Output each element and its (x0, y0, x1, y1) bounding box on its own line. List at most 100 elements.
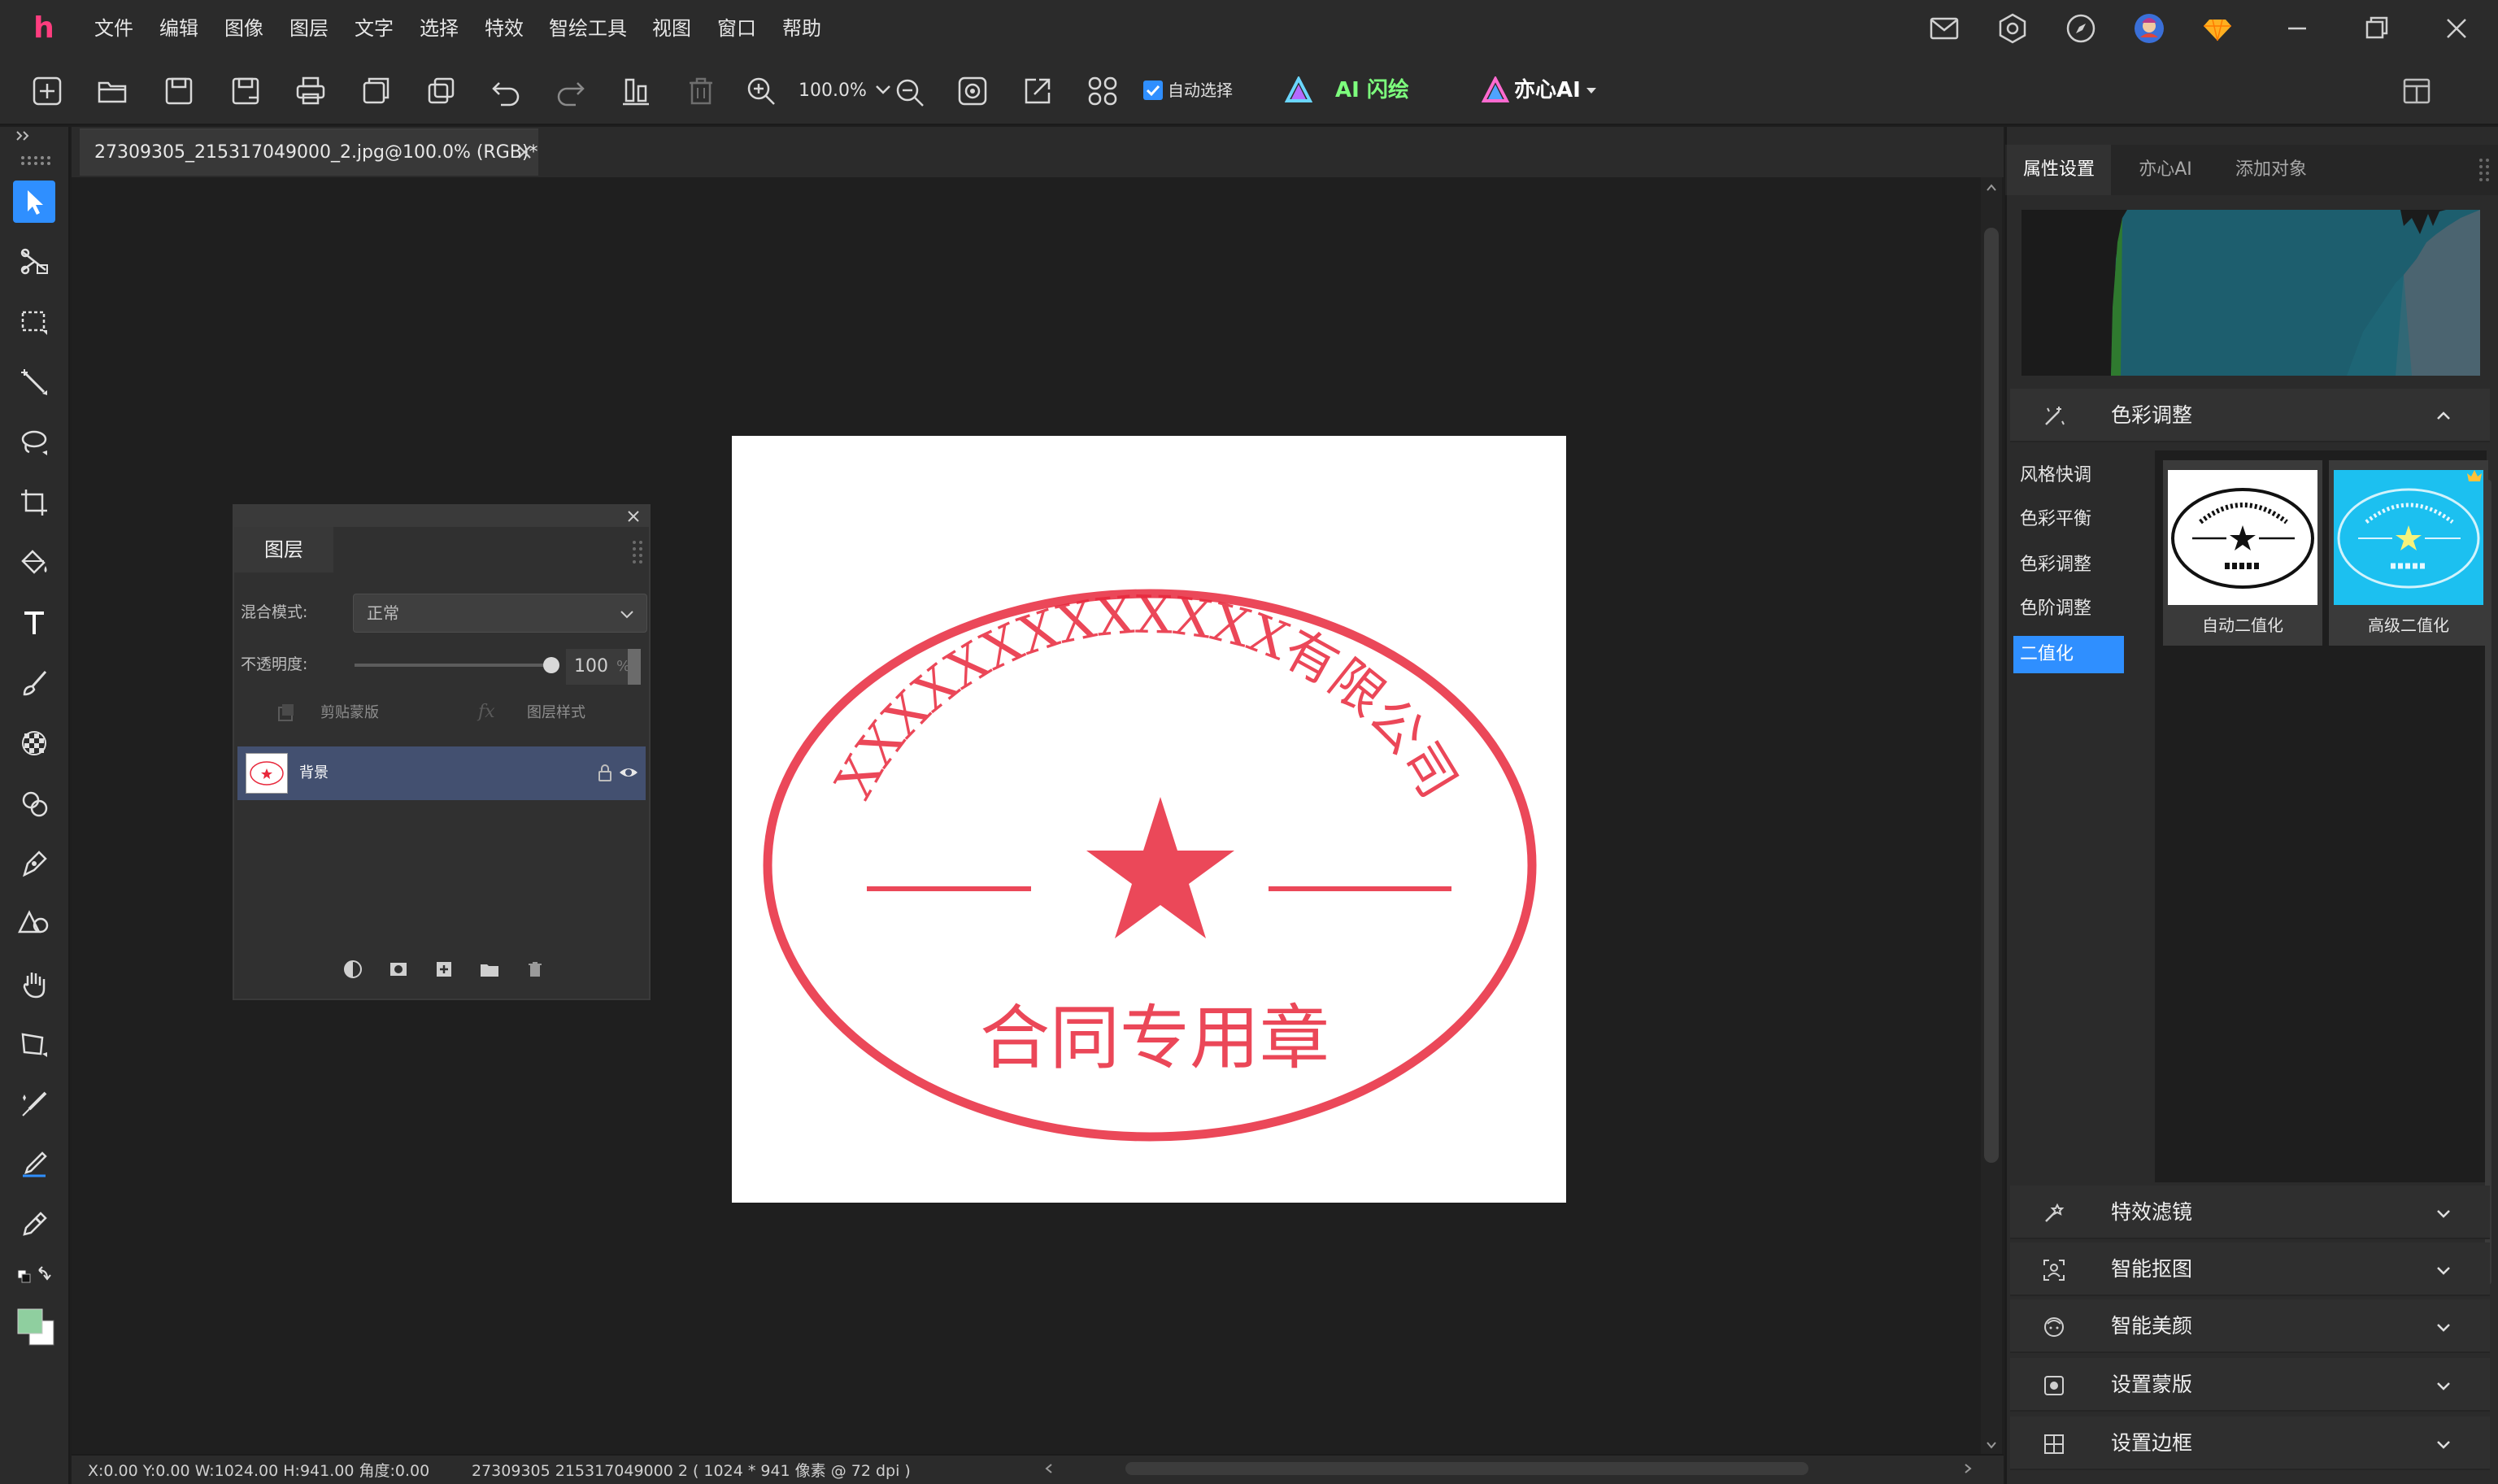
duplicate-icon[interactable] (423, 73, 459, 109)
zoom-level[interactable]: 100.0% (799, 75, 867, 107)
mail-icon[interactable] (1926, 10, 1963, 47)
new-group-icon[interactable] (478, 958, 501, 981)
lasso-tool[interactable] (13, 421, 55, 463)
add-mask-icon[interactable] (387, 958, 410, 981)
tab-layers[interactable]: 图层 (234, 527, 333, 572)
new-layer-icon[interactable] (433, 958, 455, 981)
zoom-in-icon[interactable] (743, 73, 779, 109)
color-swatch[interactable] (16, 1308, 57, 1348)
tab-add-object[interactable]: 添加对象 (2218, 145, 2324, 195)
layer-row[interactable]: 背景 (237, 746, 646, 800)
document-tab[interactable]: 27309305_215317049000_2.jpg@100.0% (RGB)… (80, 128, 538, 176)
user-avatar[interactable] (2130, 10, 2168, 47)
menu-file[interactable]: 文件 (85, 0, 143, 57)
panel-grip-icon[interactable] (2478, 156, 2490, 184)
preset-auto-binarize[interactable]: 自动二值化 (2163, 460, 2322, 646)
save-as-icon[interactable] (228, 73, 263, 109)
align-bottom-icon[interactable] (618, 73, 654, 109)
menu-edit[interactable]: 编辑 (150, 0, 208, 57)
layout-panel-icon[interactable] (2399, 73, 2435, 109)
move-tool[interactable] (13, 181, 55, 223)
menu-text[interactable]: 文字 (345, 0, 403, 57)
crop-tool[interactable] (13, 481, 55, 524)
apps-icon[interactable] (1085, 73, 1121, 109)
clone-stamp-tool[interactable] (13, 782, 55, 825)
scroll-down-icon[interactable] (1984, 1439, 1999, 1451)
vertical-scroll-thumb[interactable] (1984, 228, 1999, 1163)
section-set-border[interactable]: 设置边框 (2010, 1417, 2490, 1470)
adjust-item-levels[interactable]: 色阶调整 (2013, 590, 2124, 628)
swap-colors-icon[interactable] (16, 1265, 52, 1288)
auto-select-checkbox[interactable] (1143, 81, 1163, 100)
menu-layer[interactable]: 图层 (280, 0, 338, 57)
layers-panel-titlebar[interactable] (234, 506, 649, 527)
preset-advanced-binarize[interactable]: 高级二值化 (2329, 460, 2488, 646)
healing-brush-tool[interactable] (13, 1083, 55, 1125)
auto-select-label[interactable]: 自动选择 (1168, 76, 1233, 104)
layer-name[interactable]: 背景 (299, 761, 329, 786)
save-icon[interactable] (161, 73, 197, 109)
adjust-item-color-adjust[interactable]: 色彩调整 (2013, 546, 2124, 584)
menu-view[interactable]: 视图 (642, 0, 701, 57)
collapse-arrows-icon[interactable] (15, 130, 33, 141)
redo-icon[interactable] (553, 73, 589, 109)
menu-help[interactable]: 帮助 (772, 0, 831, 57)
cutout-tool[interactable] (13, 241, 55, 283)
fill-bucket-tool[interactable] (13, 542, 55, 584)
section-effects-filter[interactable]: 特效滤镜 (2010, 1186, 2490, 1239)
shape-tool[interactable] (13, 903, 55, 945)
section-smart-cutout[interactable]: 智能抠图 (2010, 1242, 2490, 1296)
section-color-adjust[interactable]: 色彩调整 (2010, 389, 2490, 442)
opacity-slider-track[interactable] (355, 664, 558, 667)
blend-mode-select[interactable]: 正常 (353, 594, 647, 633)
chevron-down-icon[interactable] (2433, 1203, 2454, 1224)
section-smart-beauty[interactable]: 智能美颜 (2010, 1299, 2490, 1353)
zoom-out-icon[interactable] (873, 73, 930, 109)
restore-icon[interactable] (2358, 10, 2396, 47)
undo-icon[interactable] (488, 73, 524, 109)
grip-icon[interactable] (20, 154, 52, 166)
menu-smart-tools[interactable]: 智绘工具 (540, 0, 636, 57)
layer-style-label[interactable]: 图层样式 (527, 701, 585, 725)
tab-properties[interactable]: 属性设置 (2007, 145, 2111, 195)
magic-wand-tool[interactable] (13, 361, 55, 403)
marker-tool[interactable] (13, 1143, 55, 1186)
capture-icon[interactable] (955, 73, 990, 109)
fx-icon[interactable]: fx (478, 701, 503, 724)
section-set-mask[interactable]: 设置蒙版 (2010, 1358, 2490, 1412)
delete-icon[interactable] (683, 73, 719, 109)
minimize-icon[interactable] (2278, 10, 2316, 47)
chevron-down-icon[interactable] (2433, 1316, 2454, 1338)
close-icon[interactable] (2438, 10, 2475, 47)
delete-layer-icon[interactable] (524, 958, 546, 981)
chevron-up-icon[interactable] (2433, 406, 2454, 427)
clip-mask-label[interactable]: 剪贴蒙版 (320, 701, 379, 725)
menu-image[interactable]: 图像 (215, 0, 273, 57)
chevron-down-icon[interactable] (2433, 1375, 2454, 1396)
marquee-tool[interactable] (13, 301, 55, 343)
new-file-icon[interactable] (29, 73, 65, 109)
scroll-left-icon[interactable] (1042, 1462, 1055, 1475)
tab-yixin-ai[interactable]: 亦心AI (2114, 145, 2217, 195)
opacity-spinner[interactable] (628, 649, 641, 685)
right-panel-scrollbar[interactable] (2485, 480, 2491, 1285)
yixin-ai-button[interactable]: 亦心AI (1514, 73, 1581, 107)
menu-window[interactable]: 窗口 (707, 0, 766, 57)
opacity-slider-knob[interactable] (543, 657, 559, 673)
clip-mask-icon[interactable] (275, 701, 298, 724)
panel-grip-icon[interactable] (631, 538, 644, 566)
layers-close-icon[interactable] (624, 507, 642, 525)
horizontal-scroll-thumb[interactable] (1125, 1462, 1808, 1475)
chevron-down-icon[interactable] (2433, 1260, 2454, 1281)
adjust-item-binarize[interactable]: 二值化 (2013, 636, 2124, 673)
scroll-up-icon[interactable] (1984, 182, 1999, 194)
transform-tool[interactable] (13, 1023, 55, 1065)
adjustment-layer-icon[interactable] (342, 958, 364, 981)
open-folder-icon[interactable] (94, 73, 130, 109)
scroll-right-icon[interactable] (1961, 1462, 1974, 1475)
text-tool[interactable] (13, 602, 55, 644)
image-canvas[interactable]: XXXXXXXXXXXXX有限公司 合同专用章 (732, 436, 1566, 1203)
eyedropper-tool[interactable] (13, 1203, 55, 1246)
mosaic-tool[interactable] (13, 722, 55, 764)
hand-tool[interactable] (13, 963, 55, 1005)
